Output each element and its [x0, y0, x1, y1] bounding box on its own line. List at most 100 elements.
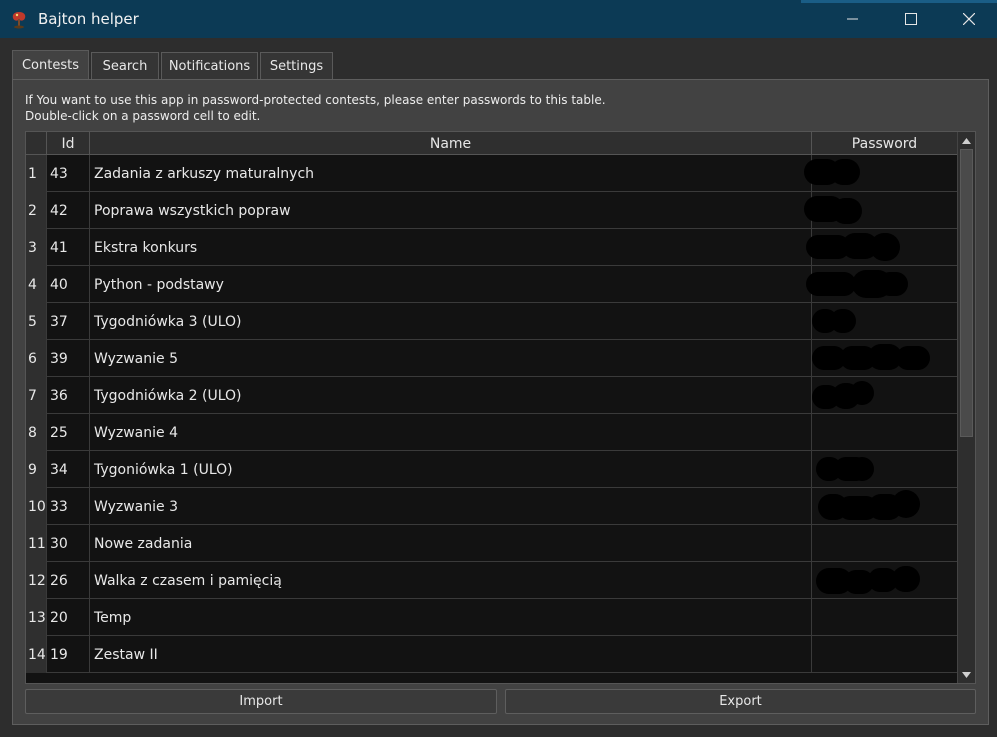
table-row[interactable]: 2 42 Poprawa wszystkich popraw — [26, 192, 958, 229]
redaction-blob — [830, 159, 860, 185]
table-row[interactable]: 9 34 Tygoniówka 1 (ULO) — [26, 451, 958, 488]
row-number[interactable]: 10 — [26, 488, 47, 525]
cell-id[interactable]: 25 — [47, 414, 90, 451]
tab-contests[interactable]: Contests — [12, 50, 89, 80]
cell-password[interactable] — [812, 451, 958, 488]
cell-id[interactable]: 37 — [47, 303, 90, 340]
vertical-scrollbar[interactable] — [957, 132, 975, 683]
row-number[interactable]: 8 — [26, 414, 47, 451]
cell-id[interactable]: 41 — [47, 229, 90, 266]
cell-name[interactable]: Tygodniówka 3 (ULO) — [90, 303, 812, 340]
close-button[interactable] — [940, 0, 997, 38]
contests-panel: If You want to use this app in password-… — [12, 79, 989, 725]
header-corner[interactable] — [26, 132, 47, 155]
table-row[interactable]: 4 40 Python - podstawy — [26, 266, 958, 303]
table-row[interactable]: 3 41 Ekstra konkurs — [26, 229, 958, 266]
row-number[interactable]: 3 — [26, 229, 47, 266]
table-row[interactable]: 6 39 Wyzwanie 5 — [26, 340, 958, 377]
header-password[interactable]: Password — [812, 132, 958, 155]
cell-id[interactable]: 20 — [47, 599, 90, 636]
maximize-button[interactable] — [882, 0, 940, 38]
maximize-icon — [905, 13, 917, 25]
row-number[interactable]: 13 — [26, 599, 47, 636]
minimize-button[interactable] — [824, 0, 882, 38]
row-number[interactable]: 6 — [26, 340, 47, 377]
table-row[interactable]: 5 37 Tygodniówka 3 (ULO) — [26, 303, 958, 340]
row-number[interactable]: 11 — [26, 525, 47, 562]
cell-password[interactable] — [812, 525, 958, 562]
cell-name[interactable]: Nowe zadania — [90, 525, 812, 562]
cell-id[interactable]: 30 — [47, 525, 90, 562]
redaction-blob — [850, 457, 874, 481]
cell-name[interactable]: Wyzwanie 5 — [90, 340, 812, 377]
table-row[interactable]: 12 26 Walka z czasem i pamięcią — [26, 562, 958, 599]
contests-table[interactable]: Id Name Password 1 43 Zadania z arkuszy ma… — [25, 131, 976, 684]
tab-search[interactable]: Search — [91, 52, 159, 80]
import-button[interactable]: Import — [25, 689, 497, 714]
cell-id[interactable]: 40 — [47, 266, 90, 303]
table-row[interactable]: 14 19 Zestaw II — [26, 636, 958, 673]
cell-name[interactable]: Zestaw II — [90, 636, 812, 673]
row-number[interactable]: 9 — [26, 451, 47, 488]
tab-settings[interactable]: Settings — [260, 52, 333, 80]
cell-password[interactable] — [812, 414, 958, 451]
cell-id[interactable]: 42 — [47, 192, 90, 229]
row-number[interactable]: 7 — [26, 377, 47, 414]
row-number[interactable]: 12 — [26, 562, 47, 599]
cell-password[interactable] — [804, 155, 958, 192]
cell-name[interactable]: Tygodniówka 2 (ULO) — [90, 377, 812, 414]
row-number[interactable]: 2 — [26, 192, 47, 229]
header-id[interactable]: Id — [47, 132, 90, 155]
table-row[interactable]: 10 33 Wyzwanie 3 — [26, 488, 958, 525]
table-row[interactable]: 11 30 Nowe zadania — [26, 525, 958, 562]
info-line-2: Double-click on a password cell to edit. — [25, 109, 261, 123]
cell-name[interactable]: Tygoniówka 1 (ULO) — [90, 451, 812, 488]
cell-id[interactable]: 36 — [47, 377, 90, 414]
cell-id[interactable]: 34 — [47, 451, 90, 488]
cell-password[interactable] — [812, 599, 958, 636]
export-button[interactable]: Export — [505, 689, 976, 714]
cell-password[interactable] — [804, 192, 958, 229]
cell-password[interactable] — [812, 340, 958, 377]
table-row[interactable]: 8 25 Wyzwanie 4 — [26, 414, 958, 451]
table-row[interactable]: 1 43 Zadania z arkuszy maturalnych — [26, 155, 958, 192]
redaction-blob — [850, 381, 874, 405]
cell-name[interactable]: Walka z czasem i pamięcią — [90, 562, 812, 599]
cell-id[interactable]: 19 — [47, 636, 90, 673]
info-line-1: If You want to use this app in password-… — [25, 93, 606, 107]
row-number[interactable]: 5 — [26, 303, 47, 340]
cell-password[interactable] — [812, 562, 958, 599]
cell-name[interactable]: Poprawa wszystkich popraw — [90, 192, 812, 229]
redaction-blob — [896, 346, 930, 370]
tab-notifications[interactable]: Notifications — [161, 52, 258, 80]
cell-name[interactable]: Zadania z arkuszy maturalnych — [90, 155, 812, 192]
cell-password[interactable] — [806, 229, 958, 266]
table-header: Id Name Password — [26, 132, 958, 155]
cell-name[interactable]: Wyzwanie 4 — [90, 414, 812, 451]
table-row[interactable]: 7 36 Tygodniówka 2 (ULO) — [26, 377, 958, 414]
cell-password[interactable] — [806, 266, 958, 303]
scrollbar-thumb[interactable] — [960, 149, 973, 437]
cell-name[interactable]: Ekstra konkurs — [90, 229, 812, 266]
cell-name[interactable]: Python - podstawy — [90, 266, 812, 303]
cell-password[interactable] — [812, 488, 958, 525]
cell-name[interactable]: Temp — [90, 599, 812, 636]
cell-id[interactable]: 33 — [47, 488, 90, 525]
row-number[interactable]: 1 — [26, 155, 47, 192]
cell-name[interactable]: Wyzwanie 3 — [90, 488, 812, 525]
title-bar[interactable]: Bajton helper — [0, 0, 997, 38]
cell-password[interactable] — [812, 303, 958, 340]
header-name[interactable]: Name — [90, 132, 812, 155]
cell-id[interactable]: 43 — [47, 155, 90, 192]
row-number[interactable]: 4 — [26, 266, 47, 303]
cell-id[interactable]: 26 — [47, 562, 90, 599]
cell-id[interactable]: 39 — [47, 340, 90, 377]
app-icon — [8, 8, 30, 30]
table-row[interactable]: 13 20 Temp — [26, 599, 958, 636]
scroll-up-button[interactable] — [958, 132, 975, 149]
row-number[interactable]: 14 — [26, 636, 47, 673]
scroll-down-button[interactable] — [958, 666, 975, 683]
cell-password[interactable] — [812, 377, 958, 414]
arrow-down-icon — [962, 671, 971, 678]
cell-password[interactable] — [812, 636, 958, 673]
